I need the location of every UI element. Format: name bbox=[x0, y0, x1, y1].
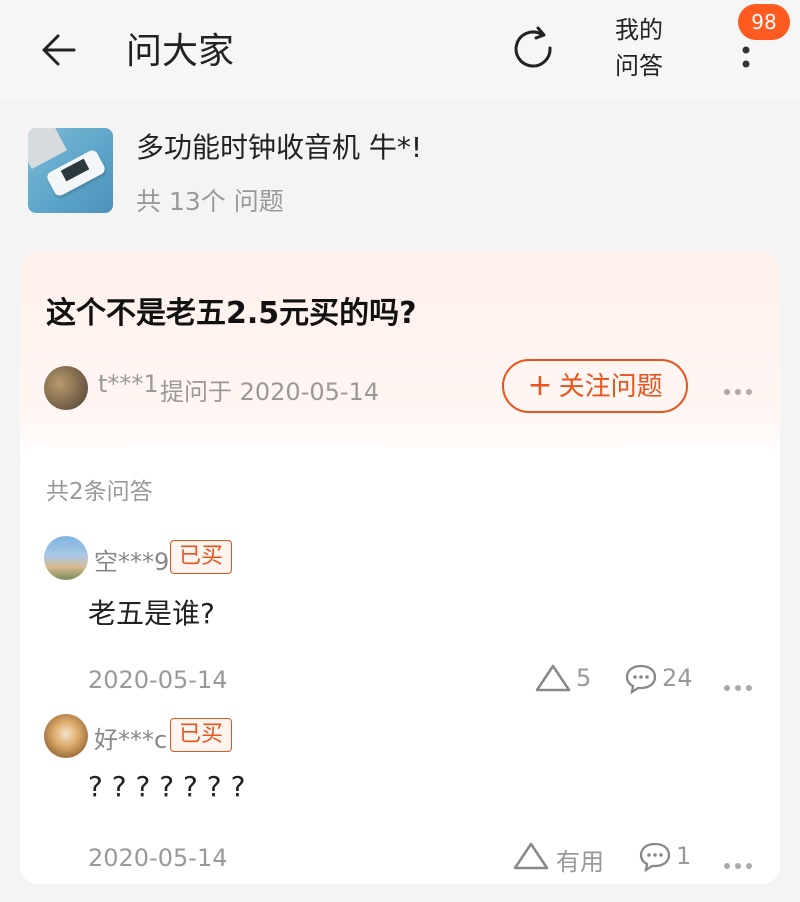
follow-label: 关注问题 bbox=[558, 372, 663, 402]
answer-item[interactable]: 好***c 已买 ? ? ? ? ? ? ? 2020-05-14 有用 1 bbox=[20, 714, 780, 884]
more-options-icon[interactable] bbox=[724, 676, 757, 695]
top-bar: 问大家 我的 问答 98 bbox=[0, 0, 800, 100]
more-options-icon[interactable] bbox=[724, 854, 757, 873]
product-thumbnail bbox=[28, 128, 113, 213]
answer-date: 2020-05-14 bbox=[88, 844, 228, 872]
helpful-label[interactable]: 有用 bbox=[556, 842, 604, 877]
my-qa-line1: 我的 bbox=[615, 16, 663, 44]
refresh-icon[interactable] bbox=[508, 24, 558, 74]
notification-badge: 98 bbox=[738, 4, 790, 40]
bought-badge: 已买 bbox=[170, 540, 233, 574]
plus-icon: + bbox=[527, 368, 553, 403]
answer-text: 老五是谁? bbox=[88, 597, 215, 630]
question-text: 这个不是老五2.5元买的吗? bbox=[46, 296, 417, 331]
product-name: 多功能时钟收音机 牛*! bbox=[136, 131, 423, 164]
helpful-triangle-icon[interactable] bbox=[512, 840, 550, 872]
asker-name: t***1 bbox=[98, 370, 159, 398]
bought-badge: 已买 bbox=[170, 718, 233, 752]
comment-count[interactable]: 1 bbox=[676, 842, 691, 870]
back-arrow-icon[interactable] bbox=[38, 28, 82, 72]
my-qa-link[interactable]: 我的 问答 bbox=[606, 12, 672, 84]
asker-avatar[interactable] bbox=[44, 366, 88, 410]
question-count: 共 13个 问题 bbox=[136, 187, 284, 216]
comment-count[interactable]: 24 bbox=[662, 664, 693, 692]
user-avatar[interactable] bbox=[44, 714, 88, 758]
question-card: 这个不是老五2.5元买的吗? t***1 提问于 2020-05-14 + 关注问… bbox=[20, 252, 780, 472]
helpful-count[interactable]: 5 bbox=[576, 664, 591, 692]
page-title: 问大家 bbox=[126, 31, 235, 72]
more-options-icon[interactable] bbox=[724, 380, 757, 399]
answer-user: 好***c bbox=[94, 726, 168, 754]
asked-time: 提问于 2020-05-14 bbox=[160, 378, 380, 406]
product-summary[interactable]: 多功能时钟收音机 牛*! 共 13个 问题 bbox=[0, 100, 800, 250]
follow-question-button[interactable]: + 关注问题 bbox=[502, 359, 688, 413]
comment-icon[interactable] bbox=[624, 662, 658, 696]
answer-date: 2020-05-14 bbox=[88, 666, 228, 694]
answers-count: 共2条问答 bbox=[46, 479, 153, 505]
helpful-triangle-icon[interactable] bbox=[534, 662, 572, 694]
answer-item[interactable]: 空***9 已买 老五是谁? 2020-05-14 5 24 bbox=[20, 536, 780, 706]
answer-user: 空***9 bbox=[94, 548, 170, 576]
answers-card: 共2条问答 空***9 已买 老五是谁? 2020-05-14 5 24 好**… bbox=[20, 446, 780, 884]
comment-icon[interactable] bbox=[638, 840, 672, 874]
my-qa-line2: 问答 bbox=[615, 52, 663, 80]
user-avatar[interactable] bbox=[44, 536, 88, 580]
answer-text: ? ? ? ? ? ? ? bbox=[88, 770, 246, 803]
